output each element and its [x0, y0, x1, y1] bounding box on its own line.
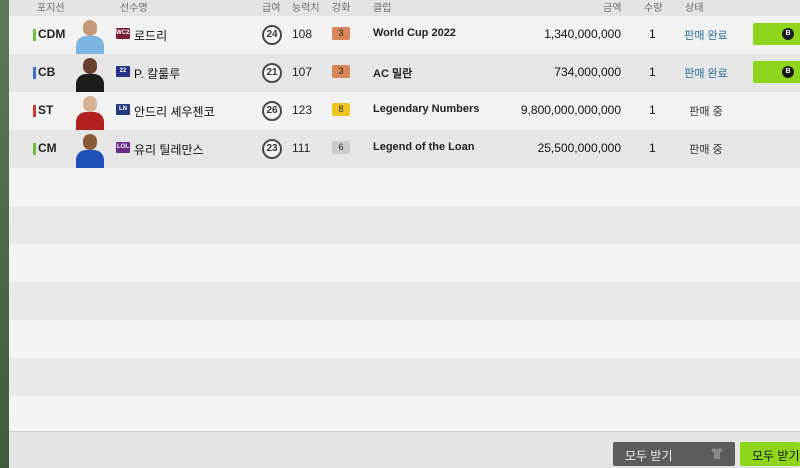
position-bar	[33, 29, 36, 41]
season-badge: LOL	[116, 142, 130, 153]
header-grade: 강화	[332, 3, 351, 14]
status-label: 판매 중	[689, 106, 723, 118]
grade-badge: 3	[332, 27, 350, 40]
empty-row	[9, 282, 800, 320]
empty-row	[9, 396, 800, 431]
quantity-value: 1	[649, 103, 656, 117]
header-qty: 수량	[644, 3, 663, 14]
position-label: CM	[38, 141, 57, 155]
header-club: 클럽	[373, 3, 392, 14]
player-name: 유리 틸레만스	[134, 143, 204, 157]
pay-badge: 26	[262, 101, 282, 121]
player-portrait	[73, 56, 107, 92]
position-bar	[33, 67, 36, 79]
price-value: 9,800,000,000,000	[520, 103, 621, 117]
season-badge: WC22	[116, 28, 130, 39]
position-bar	[33, 143, 36, 155]
position-label: CB	[38, 65, 56, 79]
player-portrait	[73, 132, 107, 168]
header-player: 선수명	[120, 3, 148, 14]
club-name: World Cup 2022	[373, 27, 456, 39]
receive-all-label-green: 모두 받기	[752, 449, 800, 463]
coin-icon: B	[782, 66, 794, 78]
grade-badge: 6	[332, 141, 350, 154]
table-row[interactable]: CM LOL 유리 틸레만스 23 111 6 Legend of the Loan 25,5…	[9, 130, 800, 168]
season-badge: 22	[116, 66, 130, 77]
player-name: 로드리	[134, 29, 168, 43]
ovr-value: 108	[292, 27, 313, 41]
status-label: 판매 완료	[684, 30, 728, 42]
grade-badge: 8	[332, 103, 350, 116]
table-header: 포지션 선수명 급여 능력치 강화 클럽 금액 수량 상태	[9, 0, 800, 16]
player-portrait	[73, 18, 107, 54]
status-label: 판매 중	[689, 144, 723, 156]
player-name: P. 칼룰루	[134, 67, 181, 81]
status-label: 판매 완료	[684, 68, 728, 80]
empty-row	[9, 168, 800, 206]
shirt-icon	[711, 448, 723, 459]
season-badge: LN	[116, 104, 130, 115]
quantity-value: 1	[649, 65, 656, 79]
club-name: AC 밀란	[373, 68, 413, 80]
club-name: Legend of the Loan	[373, 141, 475, 153]
pay-badge: 24	[262, 25, 282, 45]
coin-icon: B	[782, 28, 794, 40]
grade-badge: 3	[332, 65, 350, 78]
club-name: Legendary Numbers	[373, 103, 480, 115]
table-row[interactable]: ST LN 안드리 셰우첸코 26 123 8 Legendary Numbers 9,800…	[9, 92, 800, 130]
table-row[interactable]: CDM WC22 로드리 24 108 3 World Cup 2022 1,340,000,…	[9, 16, 800, 54]
ovr-value: 111	[292, 141, 311, 155]
receive-button[interactable]: B	[753, 61, 800, 83]
footer-bar: 모두 받기 모두 받기	[9, 431, 800, 468]
player-name: 안드리 셰우첸코	[134, 105, 215, 119]
header-price: 금액	[603, 3, 622, 14]
position-label: ST	[38, 103, 54, 117]
header-position: 포지션	[37, 3, 65, 14]
player-portrait	[73, 94, 107, 130]
quantity-value: 1	[649, 141, 656, 155]
position-bar	[33, 105, 36, 117]
price-value: 734,000,000	[554, 65, 621, 79]
header-status: 상태	[685, 3, 704, 14]
header-ovr: 능력치	[292, 3, 320, 14]
transfer-list-panel: 포지션 선수명 급여 능력치 강화 클럽 금액 수량 상태 CDM WC22 로드리…	[9, 0, 800, 468]
receive-button[interactable]: B	[753, 23, 800, 45]
receive-all-button-disabled[interactable]: 모두 받기	[613, 442, 735, 466]
empty-row	[9, 358, 800, 396]
pay-badge: 23	[262, 139, 282, 159]
table-row[interactable]: CB 22 P. 칼룰루 21 107 3 AC 밀란 734,000,000 1 판매 완료 B	[9, 54, 800, 92]
ovr-value: 123	[292, 103, 313, 117]
pay-badge: 21	[262, 63, 282, 83]
empty-row	[9, 206, 800, 244]
receive-all-button[interactable]: 모두 받기	[740, 442, 800, 466]
empty-row	[9, 244, 800, 282]
empty-row	[9, 320, 800, 358]
price-value: 1,340,000,000	[544, 27, 621, 41]
price-value: 25,500,000,000	[537, 141, 621, 155]
ovr-value: 107	[292, 65, 313, 79]
quantity-value: 1	[649, 27, 656, 41]
receive-all-label: 모두 받기	[625, 449, 673, 463]
position-label: CDM	[38, 27, 66, 41]
header-pay: 급여	[262, 3, 281, 14]
